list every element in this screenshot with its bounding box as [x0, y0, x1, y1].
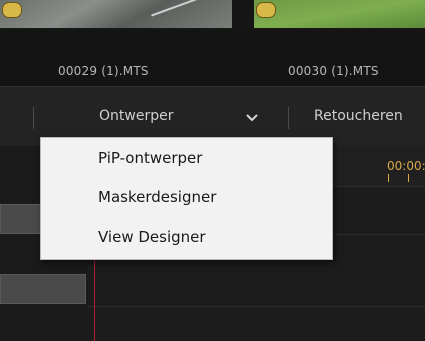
menu-item-pip-designer[interactable]: PiP-ontwerper	[98, 149, 202, 167]
toolbar-divider	[33, 107, 34, 129]
ruler-tick	[388, 174, 389, 182]
media-thumbnails	[0, 0, 425, 30]
playhead[interactable]	[94, 246, 95, 341]
clip-thumbnail[interactable]	[0, 0, 232, 28]
clip-filename: 00030 (1).MTS	[288, 64, 379, 78]
ruler-timecode: 00:00:0	[387, 159, 425, 173]
clip-badge-icon	[256, 2, 276, 18]
clip-badge-icon	[2, 2, 22, 18]
chevron-down-icon[interactable]	[245, 112, 259, 124]
clip-filename: 00029 (1).MTS	[58, 64, 149, 78]
ruler-tick	[408, 174, 409, 182]
clip-thumbnail[interactable]	[254, 0, 425, 28]
menu-item-mask-designer[interactable]: Maskerdesigner	[98, 188, 216, 206]
toolbar-divider	[288, 107, 289, 129]
track-header[interactable]	[0, 274, 86, 304]
media-filenames: 00029 (1).MTS 00030 (1).MTS	[0, 30, 425, 86]
retouch-button[interactable]: Retoucheren	[314, 108, 403, 124]
designer-dropdown-button[interactable]: Ontwerper	[99, 108, 173, 124]
menu-item-view-designer[interactable]: View Designer	[98, 228, 206, 246]
designer-dropdown-menu: PiP-ontwerper Maskerdesigner View Design…	[40, 137, 333, 260]
track-separator	[88, 306, 425, 307]
